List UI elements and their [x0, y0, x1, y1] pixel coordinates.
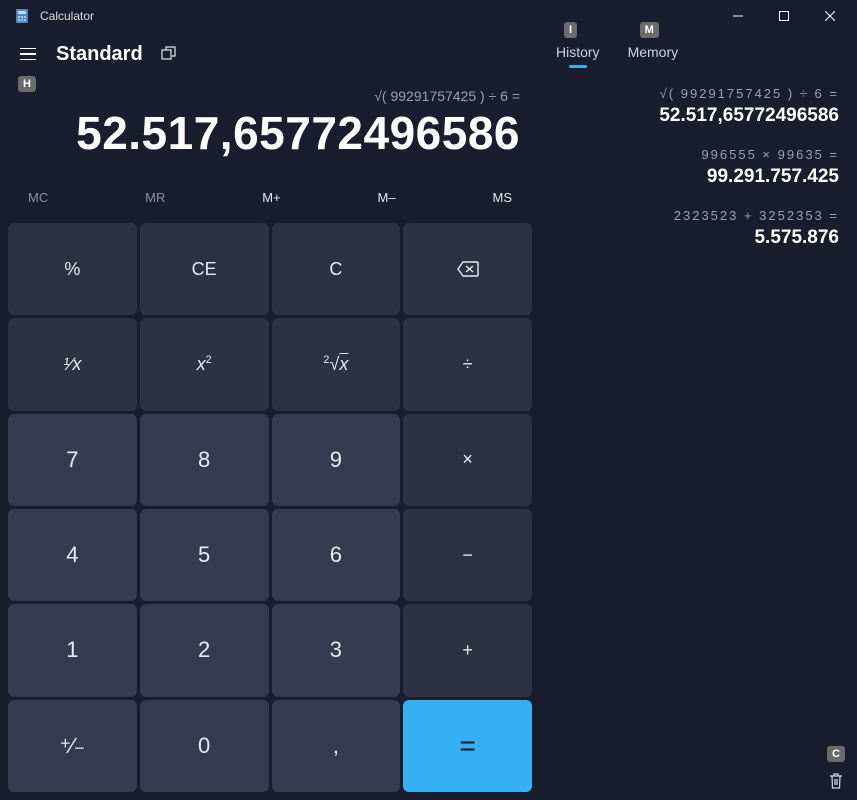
key-8[interactable]: 8 [140, 414, 269, 506]
key-5[interactable]: 5 [140, 509, 269, 601]
side-tabs: I History M Memory [552, 40, 845, 76]
key-1[interactable]: 1 [8, 604, 137, 696]
header: Standard H [8, 32, 532, 74]
menu-button[interactable] [16, 42, 40, 66]
keypad: % CE C ¹∕x x2 2√x ÷ 7 8 9 × 4 5 6 − 1 2 … [8, 223, 532, 792]
tab-history[interactable]: I History [556, 44, 600, 66]
history-list: √( 99291757425 ) ÷ 6 = 52.517,6577249658… [552, 76, 845, 259]
key-square[interactable]: x2 [140, 318, 269, 410]
memory-clear-button[interactable]: MC [18, 186, 58, 209]
key-sign[interactable]: +∕− [8, 700, 137, 792]
expression-display: √( 99291757425 ) ÷ 6 = [8, 74, 532, 106]
key-equals[interactable]: = [403, 700, 532, 792]
mode-title: Standard [56, 43, 143, 66]
keep-on-top-button[interactable] [159, 44, 179, 64]
side-panel: I History M Memory √( 99291757425 ) ÷ 6 … [540, 32, 857, 800]
hint-clear-history: C [827, 746, 845, 762]
hint-header: H [18, 76, 36, 92]
key-divide[interactable]: ÷ [403, 318, 532, 410]
memory-recall-button[interactable]: MR [135, 186, 175, 209]
key-0[interactable]: 0 [140, 700, 269, 792]
key-backspace[interactable] [403, 223, 532, 315]
history-result: 99.291.757.425 [558, 166, 839, 188]
memory-subtract-button[interactable]: M– [368, 186, 406, 209]
key-minus[interactable]: − [403, 509, 532, 601]
key-decimal[interactable]: , [272, 700, 401, 792]
key-multiply[interactable]: × [403, 414, 532, 506]
key-9[interactable]: 9 [272, 414, 401, 506]
key-plus[interactable]: + [403, 604, 532, 696]
key-reciprocal[interactable]: ¹∕x [8, 318, 137, 410]
titlebar: Calculator [0, 0, 857, 32]
key-4[interactable]: 4 [8, 509, 137, 601]
maximize-button[interactable] [761, 0, 807, 32]
history-item[interactable]: 2323523 + 3252353 = 5.575.876 [552, 198, 845, 259]
app-icon [14, 8, 30, 24]
memory-store-button[interactable]: MS [482, 186, 522, 209]
history-expression: √( 99291757425 ) ÷ 6 = [558, 86, 839, 101]
key-3[interactable]: 3 [272, 604, 401, 696]
result-display[interactable]: 52.517,65772496586 [8, 106, 532, 180]
key-clear-entry[interactable]: CE [140, 223, 269, 315]
key-2[interactable]: 2 [140, 604, 269, 696]
tab-history-label: History [556, 44, 600, 60]
tab-memory[interactable]: M Memory [628, 44, 679, 66]
close-button[interactable] [807, 0, 853, 32]
memory-add-button[interactable]: M+ [252, 186, 290, 209]
key-7[interactable]: 7 [8, 414, 137, 506]
history-result: 52.517,65772496586 [558, 105, 839, 127]
key-6[interactable]: 6 [272, 509, 401, 601]
hint-memory: M [640, 22, 659, 38]
history-expression: 2323523 + 3252353 = [558, 208, 839, 223]
calculator-pane: Standard H √( 99291757425 ) ÷ 6 = 52.517… [0, 32, 540, 800]
minimize-button[interactable] [715, 0, 761, 32]
history-item[interactable]: 996555 × 99635 = 99.291.757.425 [552, 137, 845, 198]
key-percent[interactable]: % [8, 223, 137, 315]
history-expression: 996555 × 99635 = [558, 147, 839, 162]
tab-memory-label: Memory [628, 44, 679, 60]
key-clear[interactable]: C [272, 223, 401, 315]
hint-history: I [564, 22, 577, 38]
clear-history-button[interactable] [827, 772, 845, 790]
key-sqrt[interactable]: 2√x [272, 318, 401, 410]
history-result: 5.575.876 [558, 227, 839, 249]
memory-row: MC MR M+ M– MS [8, 180, 532, 223]
window-title: Calculator [40, 9, 94, 23]
history-item[interactable]: √( 99291757425 ) ÷ 6 = 52.517,6577249658… [552, 76, 845, 137]
